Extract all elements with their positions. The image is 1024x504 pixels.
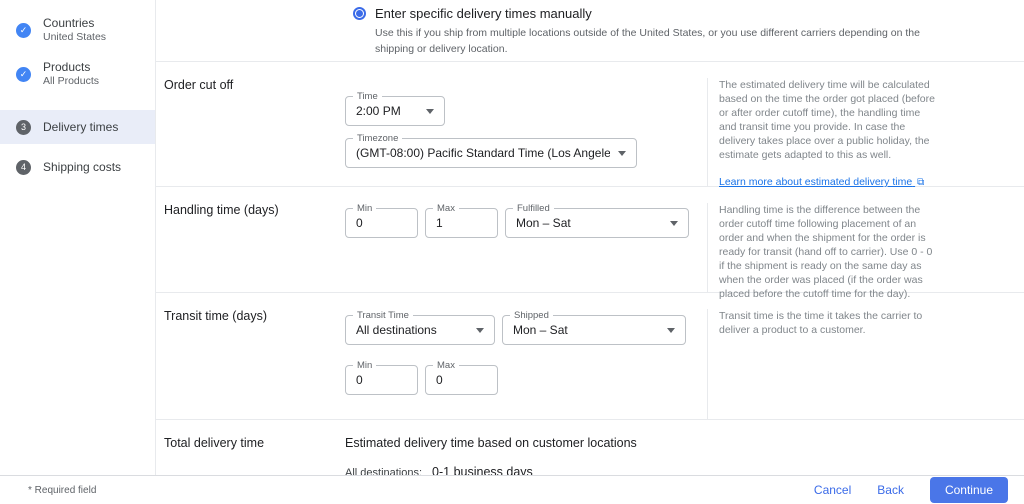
step-title: Delivery times — [43, 120, 118, 134]
section-title: Order cut off — [156, 78, 345, 186]
field-label: Timezone — [353, 133, 402, 144]
radio-selected-icon[interactable] — [353, 7, 366, 20]
steps-sidebar: ✓ Countries United States ✓ Products All… — [0, 0, 155, 504]
chevron-down-icon — [426, 109, 434, 114]
cancel-button[interactable]: Cancel — [814, 483, 851, 497]
delivery-mode-section: Enter specific delivery times manually U… — [156, 0, 1024, 62]
chevron-down-icon — [618, 151, 626, 156]
time-value: 2:00 PM — [356, 104, 418, 118]
field-label: Transit Time — [353, 310, 413, 321]
time-select[interactable]: Time 2:00 PM — [345, 96, 445, 126]
help-text: Transit time is the time it takes the ca… — [719, 309, 937, 337]
order-cutoff-section: Order cut off Time 2:00 PM Timezone (GMT… — [156, 62, 1024, 187]
main-content: Enter specific delivery times manually U… — [155, 0, 1024, 504]
field-label: Min — [353, 360, 376, 371]
check-icon: ✓ — [16, 23, 31, 38]
shipped-select[interactable]: Shipped Mon – Sat — [502, 315, 686, 345]
timezone-value: (GMT-08:00) Pacific Standard Time (Los A… — [356, 146, 610, 160]
radio-option-label[interactable]: Enter specific delivery times manually — [375, 5, 592, 22]
handling-time-section: Handling time (days) Min 0 Max 1 Fulfill… — [156, 187, 1024, 293]
transit-destination-select[interactable]: Transit Time All destinations — [345, 315, 495, 345]
footer-bar: * Required field Cancel Back Continue — [0, 475, 1024, 504]
transit-time-section: Transit time (days) Transit Time All des… — [156, 293, 1024, 420]
sidebar-item-delivery-times[interactable]: 3 Delivery times — [0, 110, 155, 144]
transit-destination-value: All destinations — [356, 323, 468, 337]
chevron-down-icon — [670, 221, 678, 226]
field-label: Min — [353, 203, 376, 214]
field-label: Fulfilled — [513, 203, 554, 214]
help-text: The estimated delivery time will be calc… — [719, 78, 937, 162]
radio-option-description: Use this if you ship from multiple locat… — [375, 25, 935, 57]
handling-max-input[interactable]: Max 1 — [425, 208, 498, 238]
step-number-badge: 3 — [16, 120, 31, 135]
step-subtitle: United States — [43, 31, 106, 44]
transit-min-value: 0 — [356, 373, 407, 387]
transit-max-value: 0 — [436, 373, 487, 387]
handling-min-value: 0 — [356, 216, 407, 230]
step-number-badge: 4 — [16, 160, 31, 175]
order-cutoff-help: The estimated delivery time will be calc… — [707, 78, 1024, 186]
total-delivery-subtitle: Estimated delivery time based on custome… — [345, 436, 1024, 450]
delivery-setup-page: ✓ Countries United States ✓ Products All… — [0, 0, 1024, 504]
sidebar-item-countries[interactable]: ✓ Countries United States — [0, 8, 155, 52]
required-field-note: * Required field — [28, 485, 96, 496]
back-button[interactable]: Back — [877, 483, 904, 497]
chevron-down-icon — [476, 328, 484, 333]
fulfilled-select[interactable]: Fulfilled Mon – Sat — [505, 208, 689, 238]
step-title: Products — [43, 60, 99, 74]
step-subtitle: All Products — [43, 75, 99, 88]
continue-button[interactable]: Continue — [930, 477, 1008, 503]
field-label: Time — [353, 91, 382, 102]
sidebar-item-shipping-costs[interactable]: 4 Shipping costs — [0, 150, 155, 184]
transit-time-help: Transit time is the time it takes the ca… — [707, 309, 1024, 419]
handling-max-value: 1 — [436, 216, 487, 230]
section-title: Transit time (days) — [156, 309, 345, 419]
step-title: Shipping costs — [43, 160, 121, 174]
shipped-value: Mon – Sat — [513, 323, 659, 337]
fulfilled-value: Mon – Sat — [516, 216, 662, 230]
step-title: Countries — [43, 16, 106, 30]
handling-min-input[interactable]: Min 0 — [345, 208, 418, 238]
help-text: Handling time is the difference between … — [719, 203, 937, 301]
chevron-down-icon — [667, 328, 675, 333]
field-label: Max — [433, 203, 459, 214]
handling-time-help: Handling time is the difference between … — [707, 203, 1024, 292]
section-title: Handling time (days) — [156, 203, 345, 292]
transit-max-input[interactable]: Max 0 — [425, 365, 498, 395]
field-label: Shipped — [510, 310, 553, 321]
transit-min-input[interactable]: Min 0 — [345, 365, 418, 395]
check-icon: ✓ — [16, 67, 31, 82]
field-label: Max — [433, 360, 459, 371]
sidebar-item-products[interactable]: ✓ Products All Products — [0, 52, 155, 96]
timezone-select[interactable]: Timezone (GMT-08:00) Pacific Standard Ti… — [345, 138, 637, 168]
